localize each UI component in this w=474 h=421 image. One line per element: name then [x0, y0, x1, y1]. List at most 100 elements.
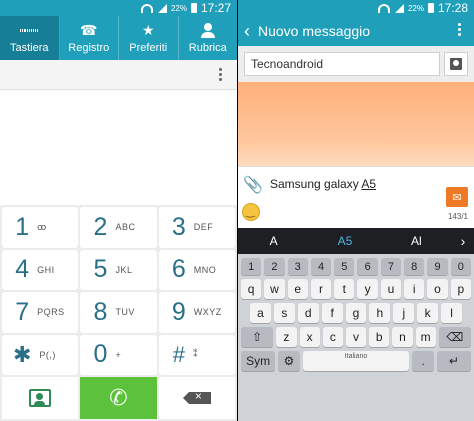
phone-tab-bar: Tastiera ☎ Registro ★ Preferiti Rubrica [0, 16, 237, 60]
key[interactable]: k [417, 303, 439, 323]
status-time: 17:27 [200, 1, 231, 15]
suggestion-item[interactable]: Al [381, 234, 452, 248]
dial-key-star[interactable]: ✱ P(,) [2, 334, 79, 375]
dial-key-7[interactable]: 7 PQRS [2, 292, 79, 333]
tab-tastiera[interactable]: Tastiera [0, 16, 60, 60]
key[interactable]: x [299, 327, 320, 347]
dial-key-6[interactable]: 6 MNO [158, 249, 235, 290]
backspace-button[interactable] [158, 377, 235, 419]
backspace-icon [182, 389, 211, 404]
key[interactable]: a [250, 303, 271, 323]
key[interactable]: 3 [287, 258, 308, 275]
period-key[interactable]: . [412, 351, 434, 371]
key[interactable]: 7 [380, 258, 402, 275]
conversation-area [238, 82, 474, 166]
dial-key-hash[interactable]: # ⁑ [158, 334, 235, 375]
key[interactable]: p [450, 279, 471, 299]
emoji-icon[interactable] [242, 203, 260, 221]
shift-key[interactable]: ⇧ [241, 327, 274, 347]
send-icon: ✉ [452, 191, 462, 204]
key[interactable]: s [273, 303, 295, 323]
key[interactable]: d [297, 303, 319, 323]
key[interactable]: h [369, 303, 391, 323]
key[interactable]: 1 [241, 258, 262, 275]
suggestion-item[interactable]: A5 [309, 234, 380, 248]
key[interactable]: 8 [404, 258, 425, 275]
key[interactable]: o [427, 279, 448, 299]
key-digit: 7 [15, 297, 30, 326]
settings-key[interactable]: ⚙ [278, 351, 300, 371]
dial-key-4[interactable]: 4 GHI [2, 249, 79, 290]
sym-key[interactable]: Sym [241, 351, 276, 371]
key[interactable]: q [241, 279, 262, 299]
key[interactable]: 0 [450, 258, 471, 275]
key[interactable]: y [357, 279, 378, 299]
key-digit: 6 [171, 255, 186, 284]
key[interactable]: n [392, 327, 413, 347]
recipient-field[interactable]: Tecnoandroid [244, 52, 440, 76]
send-button[interactable]: ✉ [446, 187, 468, 207]
keyboard-row-2: a s d f g h j k l [238, 303, 474, 323]
backspace-key[interactable]: ⌫ [438, 327, 472, 347]
dial-key-9[interactable]: 9 WXYZ [158, 292, 235, 333]
key[interactable]: r [310, 279, 332, 299]
dial-key-8[interactable]: 8 TUV [80, 292, 157, 333]
key[interactable]: w [264, 279, 285, 299]
battery-percent: 22% [170, 3, 187, 13]
more-options-icon[interactable] [458, 23, 462, 36]
keyboard-number-row: 1 2 3 4 5 6 7 8 9 0 [238, 258, 474, 275]
suggestion-item[interactable]: A [238, 234, 309, 248]
key-letters: PQRS [37, 307, 65, 318]
add-contact-button[interactable] [2, 377, 79, 419]
key[interactable]: i [404, 279, 425, 299]
battery-icon [427, 3, 434, 13]
paperclip-icon[interactable]: 📎 [243, 175, 263, 195]
voicemail-icon: ꝏ [37, 221, 47, 232]
key[interactable]: t [334, 279, 355, 299]
key[interactable]: 6 [357, 258, 378, 275]
key[interactable]: j [393, 303, 415, 323]
enter-key[interactable]: ↵ [436, 351, 472, 371]
key-letters: P(,) [39, 349, 56, 360]
back-arrow-icon[interactable]: ‹ [244, 21, 250, 42]
compose-area: 📎 Samsung galaxy A5 ✉ 143/1 [238, 166, 474, 228]
tab-registro[interactable]: ☎ Registro [60, 16, 119, 60]
space-key[interactable]: Italiano [302, 351, 410, 371]
dial-key-3[interactable]: 3 DEF [158, 207, 235, 248]
key[interactable]: 9 [427, 258, 448, 275]
more-options-icon[interactable] [219, 68, 223, 81]
tab-rubrica[interactable]: Rubrica [179, 16, 238, 60]
tab-preferiti[interactable]: ★ Preferiti [119, 16, 179, 60]
key[interactable]: e [287, 279, 308, 299]
dial-key-1[interactable]: 1ꝏ [2, 207, 79, 248]
tab-label: Preferiti [129, 41, 168, 54]
recipient-row: Tecnoandroid [238, 46, 474, 82]
signal-icon [157, 3, 167, 13]
key[interactable]: b [369, 327, 390, 347]
chevron-right-icon[interactable]: › [452, 233, 474, 249]
tab-label: Rubrica [188, 41, 227, 54]
add-contact-icon [29, 389, 52, 407]
key[interactable]: 2 [264, 258, 285, 275]
message-input[interactable]: Samsung galaxy A5 [270, 177, 376, 191]
tab-label: Registro [68, 41, 110, 54]
key[interactable]: v [345, 327, 367, 347]
dial-key-2[interactable]: 2 ABC [80, 207, 157, 248]
key[interactable]: f [321, 303, 343, 323]
key[interactable]: m [415, 327, 436, 347]
key[interactable]: 5 [334, 258, 355, 275]
dial-key-5[interactable]: 5 JKL [80, 249, 157, 290]
pick-contact-button[interactable] [444, 52, 468, 76]
message-text-underlined: A5 [361, 177, 377, 191]
key-digit: ✱ [12, 341, 32, 367]
key[interactable]: g [345, 303, 367, 323]
dial-key-0[interactable]: 0 + [80, 334, 157, 375]
key[interactable]: u [380, 279, 402, 299]
key-digit: 0 [93, 340, 108, 369]
status-bar: 22% 17:27 [0, 0, 237, 16]
key[interactable]: c [322, 327, 343, 347]
call-button[interactable]: ✆ [80, 377, 157, 419]
key[interactable]: l [441, 303, 463, 323]
key[interactable]: z [276, 327, 297, 347]
key[interactable]: 4 [310, 258, 332, 275]
